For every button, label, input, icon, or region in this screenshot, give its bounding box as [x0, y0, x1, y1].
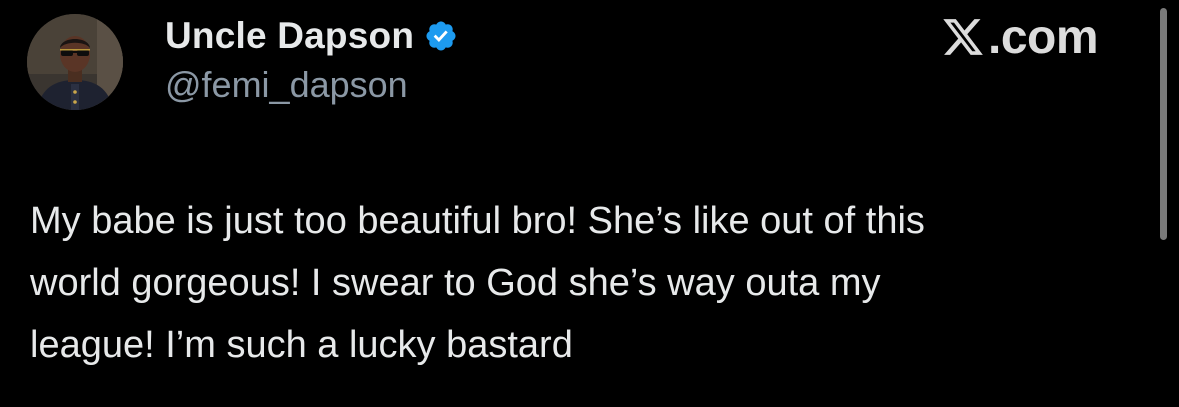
avatar[interactable] — [27, 14, 123, 110]
x-com-watermark: .com — [940, 8, 1099, 66]
profile-photo-avatar — [27, 14, 123, 110]
verified-badge-icon — [424, 19, 458, 53]
author-name-row: Uncle Dapson — [165, 14, 458, 58]
author-handle[interactable]: @femi_dapson — [165, 64, 408, 106]
tweet-text: My babe is just too beautiful bro! She’s… — [30, 190, 1145, 376]
author-display-name[interactable]: Uncle Dapson — [165, 15, 414, 57]
watermark-text: .com — [988, 10, 1099, 64]
tweet-text-line: My babe is just too beautiful bro! She’s… — [30, 200, 925, 242]
scrollbar[interactable] — [1160, 8, 1167, 240]
tweet-text-line: league! I’m such a lucky bastard — [30, 324, 573, 366]
tweet-text-line: world gorgeous! I swear to God she’s way… — [30, 262, 881, 304]
x-logo-icon — [940, 15, 986, 59]
